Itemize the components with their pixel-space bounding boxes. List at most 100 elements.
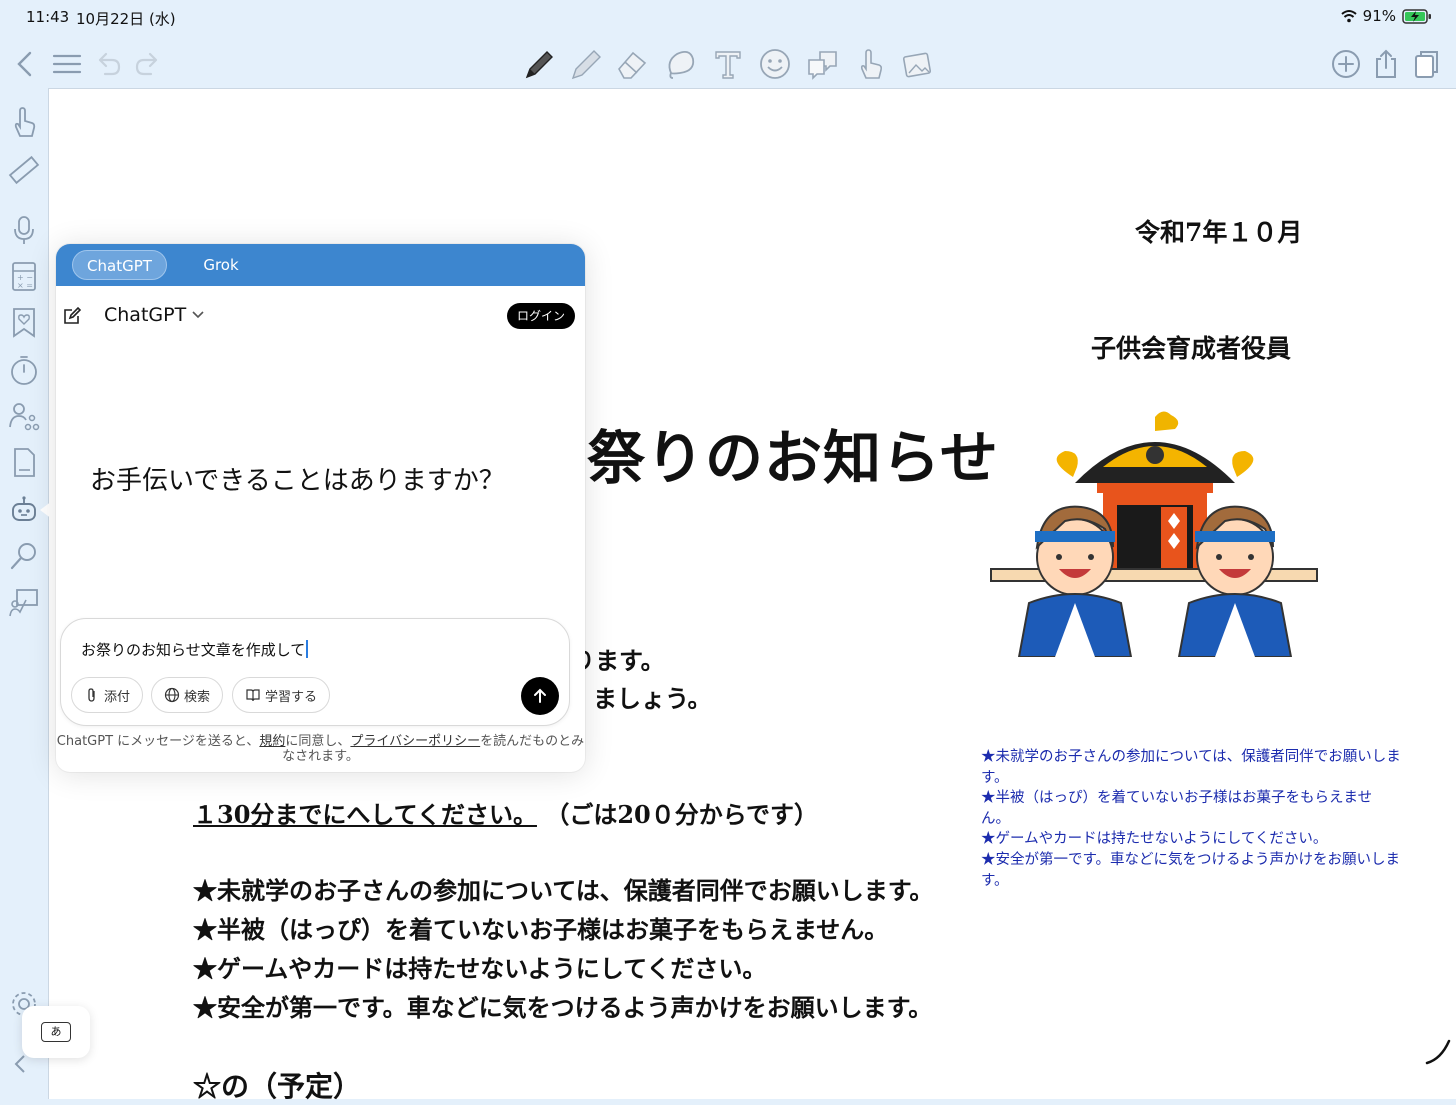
sidebar-calculator[interactable]: + − × =	[4, 256, 44, 296]
pen-icon	[525, 51, 553, 79]
study-mode-button[interactable]: 学習する	[232, 677, 331, 713]
document-intro-line-1: ります。	[571, 646, 665, 675]
tab-chatgpt[interactable]: ChatGPT	[72, 250, 167, 280]
model-selector[interactable]: ChatGPT	[104, 304, 204, 326]
ime-label: あ	[41, 1022, 71, 1042]
document-plan-heading: ☆の（予定）	[193, 1070, 362, 1103]
pencil-icon	[571, 50, 601, 80]
mikoshi-illustration	[990, 411, 1318, 657]
hand-pointer-icon	[860, 49, 883, 79]
assistant-greeting: お手伝いできることはありますか？	[90, 466, 505, 496]
undo-icon	[98, 52, 121, 76]
resize-handle-icon[interactable]	[1423, 1037, 1453, 1067]
battery-percent: 91%	[1362, 7, 1396, 25]
chevron-left-icon	[17, 51, 32, 77]
smiley-icon	[760, 49, 790, 79]
document-rule: ★未就学のお子さんの参加については、保護者同伴でお願いします。	[193, 876, 934, 905]
note-box: ★未就学のお子さんの参加については、保護者同伴でお願いします。 ★半被（はっぴ）…	[981, 747, 1401, 891]
people-share-icon	[9, 403, 40, 431]
note-item: ★安全が第一です。車などに気をつけるよう声かけをお願いします。	[981, 851, 1401, 889]
sidebar-search[interactable]	[4, 536, 44, 576]
sidebar-document[interactable]	[4, 442, 44, 482]
sticker-tool[interactable]	[753, 42, 797, 86]
send-button[interactable]	[521, 677, 559, 715]
eraser-icon	[618, 51, 647, 79]
status-indicators: 91%	[1341, 7, 1432, 25]
status-bar: 11:43 10月22日 (水) 91%	[0, 0, 1456, 34]
status-date: 10月22日 (水)	[76, 10, 176, 28]
login-button[interactable]: ログイン	[506, 303, 575, 329]
image-tool[interactable]	[896, 42, 940, 86]
chevron-down-icon	[192, 311, 204, 319]
disclaimer-text: に同意し、	[285, 734, 351, 749]
eraser-tool[interactable]	[610, 42, 654, 86]
hand-pointer-icon	[14, 107, 36, 137]
time-note-rest: （ごは20０分からです）	[545, 800, 819, 829]
redo-button[interactable]	[126, 42, 170, 86]
microphone-icon	[14, 216, 34, 244]
input-method-button[interactable]: あ	[22, 1006, 90, 1058]
study-label: 学習する	[265, 689, 318, 705]
web-search-button[interactable]: 検索	[151, 677, 224, 713]
message-input[interactable]: お祭りのお知らせ文章を作成して	[81, 639, 309, 660]
plus-circle-icon	[1332, 50, 1360, 78]
copy-pages-icon	[1415, 51, 1438, 78]
paperclip-icon	[88, 688, 95, 702]
assistant-header: ChatGPT ログイン	[56, 296, 585, 336]
tab-grok[interactable]: Grok	[196, 250, 246, 280]
presentation-icon	[9, 589, 38, 617]
globe-icon	[164, 687, 180, 703]
share-icon	[1376, 49, 1396, 78]
attach-button[interactable]: 添付	[71, 677, 144, 713]
translate-tool[interactable]	[801, 42, 845, 86]
lasso-tool[interactable]	[658, 42, 702, 86]
add-page-button[interactable]	[1324, 42, 1368, 86]
note-item: ★未就学のお子さんの参加については、保護者同伴でお願いします。	[981, 749, 1401, 786]
share-button[interactable]	[1364, 42, 1408, 86]
document-time-note: １30分までにへしてください。 （ごは20０分からです）	[193, 795, 818, 830]
sidebar-share-people[interactable]	[4, 396, 44, 436]
document-rule: ★半被（はっぴ）を着ていないお子様はお菓子をもらえません。	[193, 915, 889, 944]
book-icon	[246, 689, 260, 702]
ruler-icon	[8, 155, 40, 185]
sidebar-timer[interactable]	[4, 350, 44, 390]
pages-button[interactable]	[1404, 42, 1448, 86]
sidebar-voice[interactable]	[4, 210, 44, 250]
privacy-policy-link[interactable]: プライバシーポリシー	[350, 734, 480, 749]
sidebar-ruler[interactable]	[4, 150, 44, 190]
pen-tool[interactable]	[516, 42, 560, 86]
menu-button[interactable]	[45, 42, 89, 86]
sidebar-hand-mode[interactable]	[4, 102, 44, 142]
bookmark-heart-icon	[13, 308, 35, 338]
hand-tool[interactable]	[848, 42, 892, 86]
document-rule: ★安全が第一です。車などに気をつけるよう声かけをお願いします。	[193, 993, 933, 1022]
assistant-tab-bar: ChatGPT Grok	[56, 244, 585, 286]
new-chat-icon[interactable]	[62, 306, 82, 326]
search-icon	[10, 543, 36, 570]
translate-icon	[808, 51, 837, 80]
ai-assistant-panel: ChatGPT Grok ChatGPT ログイン お手伝いできることはあります…	[56, 244, 585, 772]
image-icon	[902, 52, 932, 78]
text-caret	[306, 640, 309, 658]
sidebar-bookmarks[interactable]	[4, 302, 44, 342]
panel-pointer	[40, 498, 56, 522]
pencil-tool[interactable]	[563, 42, 607, 86]
model-name: ChatGPT	[104, 304, 187, 326]
lasso-icon	[668, 50, 695, 79]
back-button[interactable]	[4, 42, 48, 86]
note-item: ★ゲームやカードは持たせないようにしてください。	[981, 831, 1328, 848]
document-title: 祭りのお知らせ	[587, 424, 999, 492]
document-intro-line-2: ましょう。	[593, 684, 712, 713]
svg-text:× =: × =	[17, 281, 33, 290]
sidebar-presentation[interactable]	[4, 582, 44, 622]
sidebar-ai-assistant[interactable]	[4, 490, 44, 530]
document-rule: ★ゲームやカードは持たせないようにしてください。	[193, 954, 767, 983]
calculator-icon: + −× =	[12, 262, 36, 291]
text-tool[interactable]	[706, 42, 750, 86]
list-icon	[52, 54, 82, 74]
battery-charging-icon	[1402, 8, 1431, 24]
terms-link[interactable]: 規約	[259, 734, 285, 749]
document-organization: 子供会育成者役員	[1091, 334, 1292, 363]
undo-button[interactable]	[86, 42, 130, 86]
message-composer[interactable]: お祭りのお知らせ文章を作成して 添付 検索 学習する	[60, 618, 570, 726]
